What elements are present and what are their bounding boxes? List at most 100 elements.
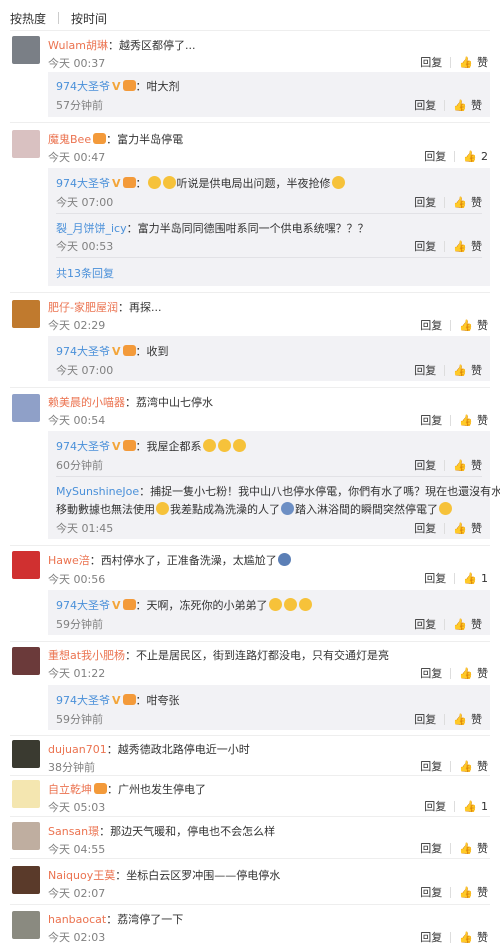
reply-username[interactable]: 974大圣爷 (56, 177, 110, 190)
level-icon (122, 694, 136, 705)
reply-button[interactable]: 回复 (420, 884, 442, 900)
reply-line: 974大圣爷 V ：咁大剂 (56, 78, 180, 94)
divider (10, 775, 490, 776)
like-button[interactable]: 👍 赞 (453, 97, 482, 113)
reply-button[interactable]: 回复 (414, 616, 436, 632)
reply-box: 974大圣爷 V ：天啊，冻死你的小弟弟了 59分钟前 回复 👍 赞 (48, 590, 490, 635)
reply-button[interactable]: 回复 (420, 665, 442, 681)
reply-button[interactable]: 回复 (414, 194, 436, 210)
like-button[interactable]: 👍 赞 (459, 665, 488, 681)
like-button[interactable]: 👍 赞 (453, 520, 482, 536)
tab-by-hot[interactable]: 按热度 (10, 10, 46, 27)
like-button[interactable]: 👍 赞 (459, 758, 488, 774)
verified-icon: V (112, 345, 121, 358)
reply-username[interactable]: 裂_月饼饼_icy (56, 222, 127, 235)
reply-button[interactable]: 回复 (420, 758, 442, 774)
reply-button[interactable]: 回复 (414, 520, 436, 536)
avatar[interactable] (12, 911, 40, 939)
reply-button[interactable]: 回复 (420, 840, 442, 856)
reply-button[interactable]: 回复 (424, 798, 446, 814)
reply-username[interactable]: 974大圣爷 (56, 599, 110, 612)
like-button[interactable]: 👍 赞 (459, 412, 488, 428)
reply-button[interactable]: 回复 (414, 238, 436, 254)
comment-username[interactable]: Hawe涪 (48, 554, 90, 567)
shower-emoji-icon (281, 502, 294, 515)
reply-text: ：富力半岛同同德围咁系同一个供电系统嘿？？？ (126, 222, 369, 235)
reply-actions: 回复 👍 赞 (414, 194, 482, 210)
avatar[interactable] (12, 300, 40, 328)
thumbs-up-icon: 👍 (453, 521, 467, 535)
more-replies-link[interactable]: 共13条回复 (56, 265, 114, 281)
avatar[interactable] (12, 740, 40, 768)
comment-username[interactable]: Naiquoy王莫 (48, 869, 115, 882)
reply-button[interactable]: 回复 (424, 570, 446, 586)
comment-line: dujuan701：越秀德政北路停电近一小时 (48, 741, 250, 757)
like-button[interactable]: 👍 赞 (459, 929, 488, 945)
tab-by-time[interactable]: 按时间 (71, 10, 107, 27)
comment-line: 肥仔-家肥屋润：再探... (48, 299, 161, 315)
reply-line: 974大圣爷 V ：收到 (56, 343, 169, 359)
avatar[interactable] (12, 551, 40, 579)
laugh-emoji-icon (331, 176, 345, 189)
comment-text: ：富力半岛停電 (106, 133, 184, 146)
comment-username[interactable]: Wulam胡琳 (48, 39, 108, 52)
thumbs-up-icon: 👍 (459, 930, 473, 944)
reply-line-continued: 移動數據也無法使用 我差點成為洗澡的人了 踏入淋浴間的瞬間突然停電了 (56, 501, 453, 517)
level-icon (122, 177, 136, 188)
comment-username[interactable]: 自立乾坤 (48, 783, 92, 796)
like-button[interactable]: 👍 赞 (453, 711, 482, 727)
reply-button[interactable]: 回复 (420, 317, 442, 333)
like-count: 2 (481, 149, 488, 163)
comment-username[interactable]: dujuan701 (48, 743, 107, 756)
comment-line: 魔鬼Bee ：富力半岛停電 (48, 131, 183, 147)
like-button[interactable]: 👍 赞 (453, 362, 482, 378)
comment-username[interactable]: Sansan璟 (48, 825, 99, 838)
avatar[interactable] (12, 647, 40, 675)
reply-username[interactable]: 974大圣爷 (56, 694, 110, 707)
reply-button[interactable]: 回复 (414, 711, 436, 727)
comment-username[interactable]: 赖美晨的小喵器 (48, 396, 125, 409)
reply-time: 59分钟前 (56, 713, 103, 726)
reply-button[interactable]: 回复 (420, 929, 442, 945)
thumbs-up-icon: 👍 (453, 363, 467, 377)
avatar[interactable] (12, 822, 40, 850)
like-count: 1 (481, 799, 488, 813)
comment-actions: 回复 👍 1 (424, 570, 488, 586)
like-button[interactable]: 👍 1 (463, 800, 488, 813)
reply-button[interactable]: 回复 (420, 54, 442, 70)
reply-button[interactable]: 回复 (424, 148, 446, 164)
comment-time: 今天 02:07 (48, 887, 106, 900)
reply-username[interactable]: 974大圣爷 (56, 345, 110, 358)
like-button[interactable]: 👍 赞 (459, 54, 488, 70)
comment-actions: 回复 👍 1 (424, 798, 488, 814)
reply-username[interactable]: MySunshineJoe (56, 485, 139, 498)
thumbs-up-icon: 👍 (459, 841, 473, 855)
comment-username[interactable]: 重想at我小肥杨 (48, 649, 125, 662)
avatar[interactable] (12, 130, 40, 158)
like-button[interactable]: 👍 赞 (453, 457, 482, 473)
reply-text: 听说是供电局出问题，半夜抢修 (176, 177, 331, 190)
like-button[interactable]: 👍 赞 (453, 616, 482, 632)
reply-text: ：我屋企都系 (135, 440, 202, 453)
like-button[interactable]: 👍 赞 (459, 317, 488, 333)
reply-button[interactable]: 回复 (414, 97, 436, 113)
comment-username[interactable]: hanbaocat (48, 913, 106, 926)
reply-username[interactable]: 974大圣爷 (56, 80, 110, 93)
like-button[interactable]: 👍 2 (463, 150, 488, 163)
reply-button[interactable]: 回复 (420, 412, 442, 428)
reply-username[interactable]: 974大圣爷 (56, 440, 110, 453)
comment-username[interactable]: 魔鬼Bee (48, 133, 91, 146)
reply-button[interactable]: 回复 (414, 457, 436, 473)
comment-username[interactable]: 肥仔-家肥屋润 (48, 301, 118, 314)
avatar[interactable] (12, 36, 40, 64)
like-button[interactable]: 👍 赞 (453, 194, 482, 210)
avatar[interactable] (12, 866, 40, 894)
avatar[interactable] (12, 394, 40, 422)
reply-button[interactable]: 回复 (414, 362, 436, 378)
like-button[interactable]: 👍 赞 (453, 238, 482, 254)
avatar[interactable] (12, 780, 40, 808)
like-button[interactable]: 👍 赞 (459, 840, 488, 856)
laugh-emoji-icon (147, 176, 161, 189)
like-button[interactable]: 👍 1 (463, 572, 488, 585)
like-button[interactable]: 👍 赞 (459, 884, 488, 900)
